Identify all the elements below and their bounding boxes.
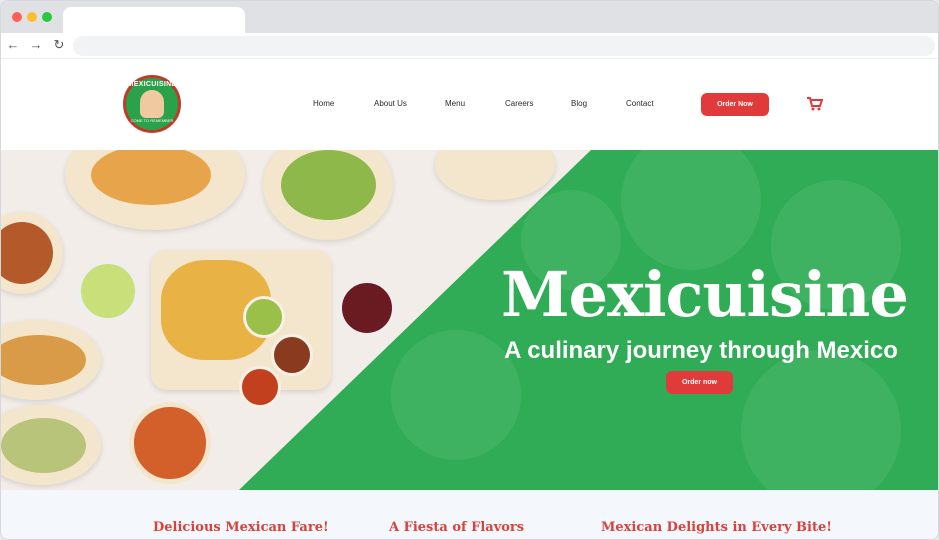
salad-image <box>281 150 376 220</box>
forward-arrow-icon[interactable]: → <box>28 37 44 53</box>
logo-subtext: COME TO REMEMBER <box>130 118 174 123</box>
address-bar[interactable] <box>73 36 935 56</box>
margarita-image <box>77 260 139 322</box>
feature-heading: Mexican Delights in Every Bite! <box>601 520 832 535</box>
hot-sauce-image <box>239 366 281 408</box>
site-logo[interactable]: MEXICUISINE COME TO REMEMBER <box>123 75 181 133</box>
feature-heading: Delicious Mexican Fare! <box>153 520 329 535</box>
hero-subtitle: A culinary journey through Mexico <box>504 337 898 364</box>
top-right-plate-image <box>435 150 555 200</box>
browser-window: ← → ↻ MEXICUISINE COME TO REMEMBER Home … <box>0 0 939 540</box>
nav-about-us[interactable]: About Us <box>374 99 407 108</box>
reload-icon[interactable]: ↻ <box>51 37 67 53</box>
nav-home[interactable]: Home <box>313 99 334 108</box>
browser-titlebar <box>1 1 938 33</box>
site-header: MEXICUISINE COME TO REMEMBER Home About … <box>1 59 938 150</box>
back-arrow-icon[interactable]: ← <box>5 37 21 53</box>
browser-toolbar: ← → ↻ <box>1 33 938 59</box>
nav-careers[interactable]: Careers <box>505 99 533 108</box>
maximize-window-button[interactable] <box>42 12 52 22</box>
guacamole-image <box>243 296 285 338</box>
logo-mascot-icon <box>140 90 164 118</box>
browser-tab[interactable] <box>63 7 245 33</box>
salsa-image <box>271 334 313 376</box>
minimize-window-button[interactable] <box>27 12 37 22</box>
red-soup-image <box>129 402 211 484</box>
shopping-cart-icon[interactable] <box>807 97 823 111</box>
logo-text: MEXICUISINE <box>127 81 177 88</box>
close-window-button[interactable] <box>12 12 22 22</box>
corn-dish-image <box>1 418 86 473</box>
hero-section: Mexicuisine A culinary journey through M… <box>1 150 938 490</box>
nav-menu[interactable]: Menu <box>445 99 465 108</box>
features-section: Delicious Mexican Fare! A Fiesta of Flav… <box>1 490 938 539</box>
nav-contact[interactable]: Contact <box>626 99 654 108</box>
hero-title: Mexicuisine <box>501 258 909 331</box>
hero-order-button[interactable]: Order now <box>666 371 733 394</box>
drink-image <box>339 280 395 336</box>
nav-blog[interactable]: Blog <box>571 99 587 108</box>
order-now-button[interactable]: Order Now <box>701 93 769 116</box>
feature-heading: A Fiesta of Flavors <box>389 520 525 535</box>
